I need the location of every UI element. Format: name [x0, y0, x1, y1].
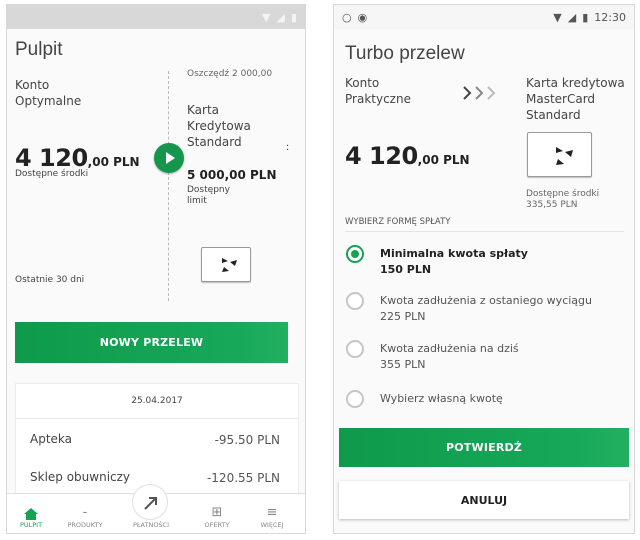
status-bar: ○ ◉ ▼ ◢ ▮ 12:30 [334, 5, 634, 29]
clock: 12:30 [594, 10, 626, 24]
card-limit-amount: 5 000,00 PLN [187, 168, 277, 182]
transaction-amount: -120.55 PLN [206, 471, 280, 485]
card-name-line1: Karta [187, 103, 220, 117]
source-balance: 4 120,00 PLN [345, 142, 470, 170]
balance-label: Dostępne środki [15, 169, 89, 179]
location-icon: ◉ [357, 10, 368, 24]
dashboard-screen: ▼ ◢ ▮ Pulpit Konto Optymalne 4 120,00 PL… [6, 4, 306, 534]
transaction-history: 25.04.2017 Apteka -95.50 PLN Sklep obuwn… [15, 383, 299, 495]
transaction-name: Sklep obuwniczy [30, 470, 131, 484]
divider [16, 418, 298, 419]
cancel-button[interactable]: ANULUJ [339, 481, 629, 519]
signal-icon: ◢ [567, 10, 577, 24]
credit-card-image [527, 132, 592, 177]
battery-icon: ▮ [582, 10, 589, 24]
card-name-line3: Standard [187, 135, 242, 149]
history-date: 25.04.2017 [131, 396, 183, 406]
nav-item-produkty[interactable]: - PRODUKTY [55, 505, 115, 529]
card-savings-text: Oszczędź 2 000,00 PLN [187, 69, 273, 79]
transaction-name: Apteka [30, 432, 73, 446]
account-divider [168, 71, 169, 301]
radio-selected[interactable] [346, 245, 364, 263]
bank-logo-icon [556, 147, 573, 165]
nav-item-pulpit[interactable]: PULPIT [7, 507, 61, 529]
wifi-icon: ▼ [262, 10, 271, 24]
radio-unselected[interactable] [346, 340, 364, 358]
source-account-line1: Konto [345, 76, 380, 90]
divider [345, 231, 624, 232]
transaction-amount: -95.50 PLN [214, 433, 280, 447]
target-card-line2: MasterCard [526, 92, 596, 106]
turbo-transfer-screen: ○ ◉ ▼ ◢ ▮ 12:30 Turbo przelew Konto Prak… [333, 4, 635, 534]
source-account-line2: Praktyczne [345, 92, 411, 106]
products-icon: - [82, 505, 88, 520]
payments-arrow-icon [144, 497, 157, 510]
account-name-line1: Konto [15, 78, 50, 92]
status-bar: ▼ ◢ ▮ [7, 5, 305, 29]
confirm-button[interactable]: POTWIERDŹ [339, 428, 629, 467]
new-transfer-button[interactable]: NOWY PRZELEW [15, 322, 288, 363]
play-icon [166, 152, 175, 164]
card-limit-line1: Dostępny [187, 185, 230, 195]
transfer-play-button[interactable] [154, 143, 184, 173]
battery-icon: ▮ [290, 10, 297, 24]
credit-card-image [201, 247, 251, 282]
account-name-line2: Optymalne [15, 94, 82, 108]
section-header: WYBIERZ FORMĘ SPŁATY [345, 217, 451, 227]
more-options-icon[interactable]: · · [286, 142, 290, 156]
payments-fab[interactable] [132, 484, 168, 520]
home-icon [24, 508, 38, 520]
card-name-line2: Kredytowa [187, 119, 251, 133]
target-card-line3: Standard [526, 108, 581, 122]
transfer-direction-arrows-icon [463, 86, 496, 100]
nav-item-oferty[interactable]: ⊞ OFERTY [187, 505, 247, 529]
period-label: Ostatnie 30 dni [15, 275, 85, 285]
card-available-label: Dostępne środki [526, 189, 600, 199]
alarm-icon: ○ [342, 10, 352, 24]
bank-logo-icon [222, 258, 237, 272]
account-balance: 4 120,00 PLN [15, 144, 140, 172]
card-limit-line2: limit [187, 196, 207, 206]
card-available-amount: 335,55 PLN [526, 200, 578, 210]
page-title: Pulpit [15, 39, 63, 60]
radio-unselected[interactable] [346, 390, 364, 408]
page-title: Turbo przelew [345, 43, 465, 64]
radio-unselected[interactable] [346, 292, 364, 310]
nav-item-wiecej[interactable]: ≡ WIĘCEJ [242, 505, 302, 529]
basket-icon: ⊞ [211, 505, 223, 520]
menu-icon: ≡ [266, 505, 278, 520]
signal-icon: ◢ [276, 10, 285, 24]
target-card-line1: Karta kredytowa [526, 76, 625, 90]
wifi-icon: ▼ [553, 10, 562, 24]
